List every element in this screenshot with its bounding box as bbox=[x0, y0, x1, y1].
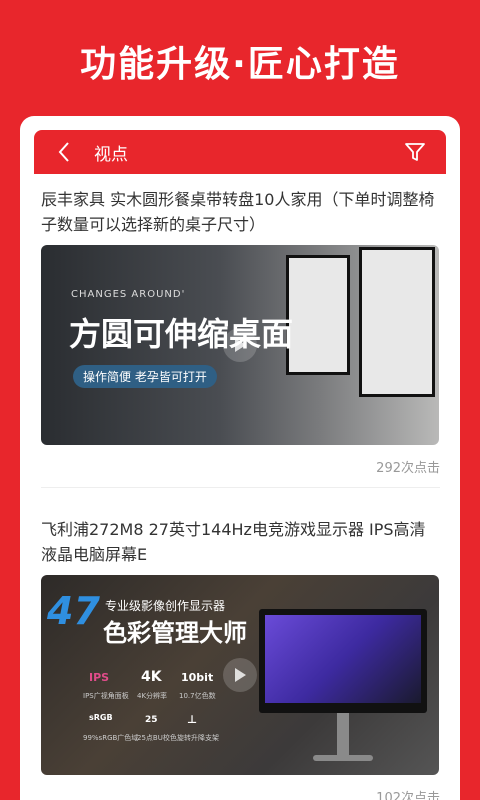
monitor-screen bbox=[265, 615, 421, 703]
monitor-base bbox=[313, 755, 373, 761]
monitor-stand bbox=[337, 713, 349, 757]
image-subtitle: 专业级影像创作显示器 bbox=[105, 599, 226, 613]
play-icon bbox=[235, 668, 246, 682]
spec-badge: 4K bbox=[141, 669, 162, 685]
play-button[interactable] bbox=[223, 658, 257, 692]
chevron-left-icon bbox=[58, 142, 69, 162]
image-logo: 47 bbox=[47, 589, 100, 633]
poster-decoration bbox=[286, 255, 350, 375]
header-title: 视点 bbox=[94, 144, 128, 165]
play-icon bbox=[235, 338, 246, 352]
article-card[interactable]: 辰丰家具 实木圆形餐桌带转盘10人家用（下单时调整椅子数量可以选择新的桌子尺寸）… bbox=[41, 174, 440, 488]
filter-button[interactable] bbox=[400, 137, 430, 167]
click-count: 102次点击 bbox=[376, 791, 440, 800]
article-image[interactable]: CHANGES AROUND' 方圆可伸缩桌面 操作简便 老孕皆可打开 bbox=[41, 245, 439, 445]
poster-decoration bbox=[359, 247, 435, 397]
spec-badge: 10bit bbox=[181, 671, 214, 684]
spec-caption: 10.7亿色数 bbox=[179, 692, 216, 700]
spec-caption: 99%sRGB广色域 bbox=[83, 734, 139, 742]
image-headline: 方圆可伸缩桌面 bbox=[69, 315, 294, 353]
spec-badge: sRGB bbox=[89, 713, 113, 722]
article-title[interactable]: 辰丰家具 实木圆形餐桌带转盘10人家用（下单时调整椅子数量可以选择新的桌子尺寸） bbox=[41, 174, 440, 237]
monitor-illustration bbox=[259, 609, 427, 713]
click-count: 292次点击 bbox=[376, 461, 440, 476]
spec-caption: IPS广视角面板 bbox=[83, 692, 129, 700]
app-header: 视点 bbox=[34, 130, 446, 174]
app-screen: 视点 辰丰家具 实木圆形餐桌带转盘10人家用（下单时调整椅子数量可以选择新的桌子… bbox=[34, 130, 446, 800]
article-image[interactable]: 47 专业级影像创作显示器 色彩管理大师 IPS IPS广视角面板 4K 4K分… bbox=[41, 575, 439, 775]
image-pill-text: 操作简便 老孕皆可打开 bbox=[73, 365, 217, 388]
play-button[interactable] bbox=[223, 328, 257, 362]
spec-caption: 25点BU校色 bbox=[137, 734, 177, 742]
image-brand-text: CHANGES AROUND' bbox=[71, 289, 186, 300]
spec-caption: 4K分辨率 bbox=[137, 692, 168, 700]
article-feed: 辰丰家具 实木圆形餐桌带转盘10人家用（下单时调整椅子数量可以选择新的桌子尺寸）… bbox=[34, 174, 446, 800]
spec-caption: 旋转升降支架 bbox=[177, 734, 219, 742]
promo-title: 功能升级·匠心打造 bbox=[80, 44, 400, 85]
spec-badge: ⊥ bbox=[187, 713, 198, 726]
back-button[interactable] bbox=[42, 130, 86, 174]
promo-banner: 功能升级·匠心打造 bbox=[0, 0, 480, 118]
spec-badge: IPS bbox=[89, 671, 110, 684]
filter-icon bbox=[405, 143, 425, 161]
spec-badge: 25 bbox=[145, 715, 158, 725]
article-title[interactable]: 飞利浦272M8 27英寸144Hz电竞游戏显示器 IPS高清液晶电脑屏幕E bbox=[41, 504, 440, 567]
image-headline: 色彩管理大师 bbox=[103, 619, 247, 647]
article-card[interactable]: 飞利浦272M8 27英寸144Hz电竞游戏显示器 IPS高清液晶电脑屏幕E 4… bbox=[41, 504, 440, 800]
